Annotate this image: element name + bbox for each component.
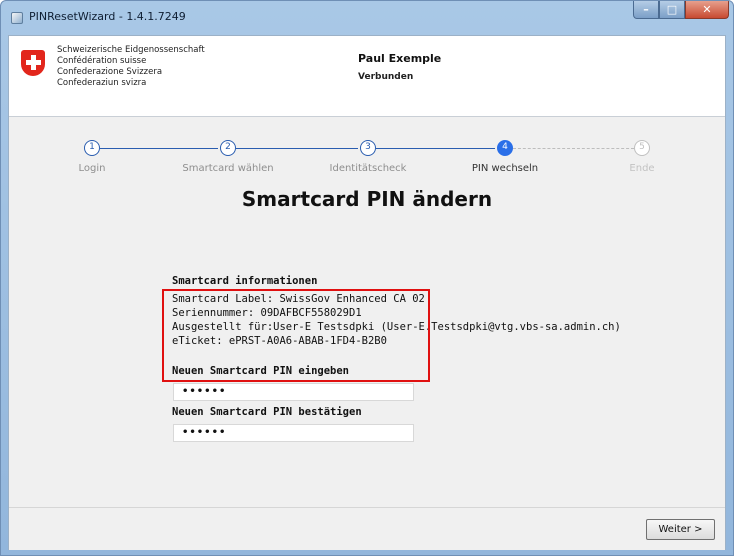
header: Schweizerische Eidgenossenschaft Confédé… — [9, 36, 725, 117]
app-window: PINResetWizard - 1.4.1.7249 – □ ✕ Schwei… — [0, 0, 734, 556]
confirm-pin-input[interactable]: •••••• — [173, 424, 414, 442]
step-2-circle: 2 — [220, 140, 236, 156]
client-area: Schweizerische Eidgenossenschaft Confédé… — [8, 35, 726, 550]
step-connector — [376, 148, 495, 149]
swiss-flag-logo — [21, 50, 45, 76]
new-pin-input[interactable]: •••••• — [173, 383, 414, 401]
step-3-circle: 3 — [360, 140, 376, 156]
user-name: Paul Exemple — [358, 52, 442, 65]
step-5-circle: 5 — [634, 140, 650, 156]
step-connector — [236, 148, 358, 149]
step-4-label: PIN wechseln — [471, 163, 539, 174]
step-4-circle: 4 — [497, 140, 513, 156]
next-button[interactable]: Weiter > — [646, 519, 715, 540]
confederation-line: Confederaziun svizra — [57, 78, 147, 88]
step-connector — [100, 148, 218, 149]
footer: Weiter > — [9, 507, 725, 550]
close-button[interactable]: ✕ — [685, 1, 729, 19]
confederation-line: Schweizerische Eidgenossenschaft — [57, 45, 205, 55]
step-connector-pending — [513, 148, 634, 149]
confederation-line: Confederazione Svizzera — [57, 67, 163, 77]
step-5-label: Ende — [629, 163, 655, 174]
app-icon — [11, 12, 23, 24]
confederation-line: Confédération suisse — [57, 56, 147, 66]
step-2-label: Smartcard wählen — [182, 163, 274, 174]
new-pin-label: Neuen Smartcard PIN eingeben — [172, 365, 350, 377]
confirm-pin-label: Neuen Smartcard PIN bestätigen — [172, 406, 362, 418]
smartcard-info-heading: Smartcard informationen — [172, 275, 318, 287]
maximize-button[interactable]: □ — [659, 1, 685, 19]
connection-status: Verbunden — [358, 72, 414, 82]
confederation-text: Schweizerische Eidgenossenschaft Confédé… — [57, 45, 205, 89]
minimize-button[interactable]: – — [633, 1, 659, 19]
window-controls: – □ ✕ — [633, 1, 729, 19]
wizard-content: 1 2 3 4 5 Login Smartcard wählen Identit… — [9, 117, 725, 507]
title-bar[interactable]: PINResetWizard - 1.4.1.7249 – □ ✕ — [1, 1, 733, 35]
step-1-label: Login — [78, 163, 106, 174]
step-3-label: Identitätscheck — [329, 163, 407, 174]
step-1-circle: 1 — [84, 140, 100, 156]
page-title: Smartcard PIN ändern — [241, 187, 493, 211]
window-title: PINResetWizard - 1.4.1.7249 — [29, 10, 186, 23]
